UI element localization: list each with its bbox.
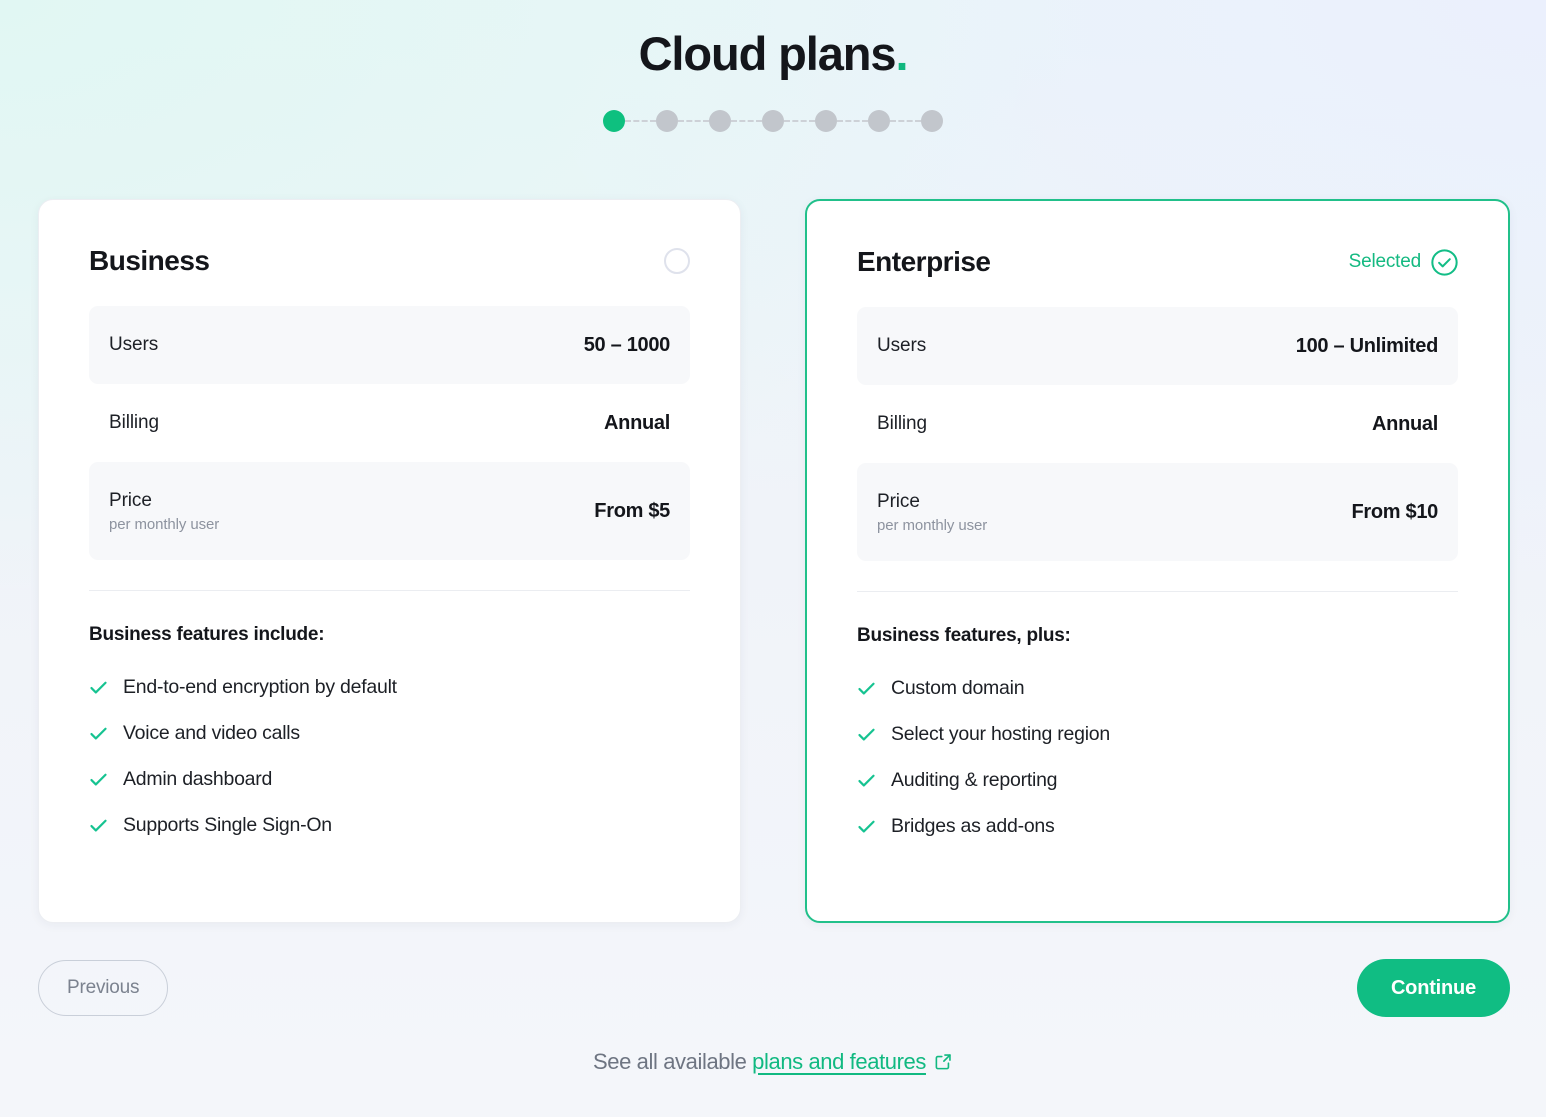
check-icon (90, 727, 107, 740)
feature-item: Select your hosting region (857, 711, 1458, 757)
selected-status-badge[interactable]: Selected (1348, 248, 1458, 276)
step-dot-7[interactable] (921, 110, 943, 133)
spec-label-group: Users (877, 335, 926, 357)
spec-label: Billing (109, 412, 159, 433)
step-connector (731, 120, 762, 123)
spec-label: Users (109, 334, 159, 355)
feature-text: End-to-end encryption by default (123, 675, 397, 698)
spec-row-users: Users 100 – Unlimited (857, 307, 1458, 385)
spec-value: Annual (604, 411, 670, 434)
check-icon (858, 682, 875, 695)
page-title-text: Cloud plans (638, 27, 897, 80)
plan-name: Enterprise (857, 246, 991, 277)
check-icon (90, 819, 107, 832)
spec-sublabel: per monthly user (877, 516, 988, 534)
check-circle-icon (1431, 248, 1458, 276)
spec-value: 100 – Unlimited (1295, 334, 1439, 357)
feature-text: Bridges as add-ons (891, 814, 1055, 837)
step-connector (678, 120, 709, 123)
page-title-accent-dot: . (895, 27, 908, 80)
spec-value: From $10 (1351, 500, 1438, 523)
feature-item: End-to-end encryption by default (89, 664, 690, 710)
step-dot-2[interactable] (656, 110, 678, 133)
spec-row-price: Price per monthly user From $5 (89, 462, 690, 560)
spec-label: Users (877, 335, 927, 356)
plans-and-features-link[interactable]: plans and features (752, 1049, 926, 1074)
plan-selection-page: Cloud plans. Business Users 50 – 1000 Billi… (0, 0, 1546, 1117)
check-icon (90, 773, 107, 786)
footer-link-row: See all available plans and features (0, 1049, 1546, 1077)
spec-label-group: Price per monthly user (877, 491, 987, 534)
wizard-navigation: Previous Continue (38, 959, 1510, 1017)
feature-item: Admin dashboard (89, 756, 690, 802)
plan-card-header: Business (89, 238, 690, 284)
step-connector (837, 120, 868, 123)
feature-text: Admin dashboard (123, 767, 273, 790)
spec-label: Price (109, 489, 152, 511)
selected-label: Selected (1348, 251, 1422, 272)
plan-card-business[interactable]: Business Users 50 – 1000 Billing Annual Price… (38, 199, 741, 923)
check-icon (858, 774, 875, 787)
feature-item: Voice and video calls (89, 710, 690, 756)
plan-radio-unselected[interactable] (664, 248, 690, 274)
feature-item: Supports Single Sign-On (89, 802, 690, 848)
feature-item: Custom domain (857, 665, 1458, 711)
plan-name: Business (89, 245, 210, 276)
previous-button[interactable]: Previous (38, 960, 169, 1016)
feature-text: Voice and video calls (123, 721, 300, 744)
feature-item: Bridges as add-ons (857, 803, 1458, 849)
spec-value: Annual (1372, 412, 1438, 435)
check-icon (90, 681, 107, 694)
spec-row-billing: Billing Annual (89, 384, 690, 462)
step-dot-3[interactable] (709, 110, 731, 133)
plan-card-enterprise[interactable]: Enterprise Selected Users 100 – Unlimited Bi… (805, 199, 1510, 923)
feature-text: Supports Single Sign-On (123, 813, 332, 836)
step-dot-1[interactable] (603, 110, 625, 133)
page-title: Cloud plans. (0, 26, 1546, 82)
continue-button[interactable]: Continue (1356, 959, 1510, 1017)
spec-label: Price (877, 490, 920, 512)
features-section: Business features, plus: Custom domain Sel… (857, 592, 1458, 849)
check-icon (858, 820, 875, 833)
plan-card-header: Enterprise Selected (857, 239, 1458, 285)
features-title: Business features include: (89, 624, 325, 645)
spec-row-price: Price per monthly user From $10 (857, 463, 1458, 561)
spec-value: 50 – 1000 (583, 333, 671, 356)
spec-label-group: Users (109, 334, 158, 356)
spec-sublabel: per monthly user (109, 515, 220, 533)
spec-value: From $5 (594, 499, 670, 522)
progress-stepper (0, 110, 1546, 133)
plan-cards: Business Users 50 – 1000 Billing Annual Price… (38, 199, 1510, 923)
check-icon (858, 728, 875, 741)
spec-label: Billing (877, 413, 927, 434)
footer-prefix-text: See all available (593, 1049, 753, 1074)
step-connector (890, 120, 921, 123)
step-dot-4[interactable] (762, 110, 784, 133)
spec-label-group: Price per monthly user (109, 490, 219, 533)
feature-text: Auditing & reporting (891, 768, 1058, 791)
step-connector (625, 120, 656, 123)
step-connector (784, 120, 815, 123)
step-dot-5[interactable] (815, 110, 837, 133)
spec-row-users: Users 50 – 1000 (89, 306, 690, 384)
spec-label-group: Billing (877, 413, 927, 435)
feature-text: Custom domain (891, 676, 1025, 699)
page-header: Cloud plans. (0, 0, 1546, 133)
features-title: Business features, plus: (857, 625, 1071, 646)
feature-item: Auditing & reporting (857, 757, 1458, 803)
step-dot-6[interactable] (868, 110, 890, 133)
feature-text: Select your hosting region (891, 722, 1110, 745)
external-link-icon[interactable] (934, 1051, 953, 1077)
spec-label-group: Billing (109, 412, 159, 434)
spec-row-billing: Billing Annual (857, 385, 1458, 463)
features-section: Business features include: End-to-end enc… (89, 591, 690, 848)
